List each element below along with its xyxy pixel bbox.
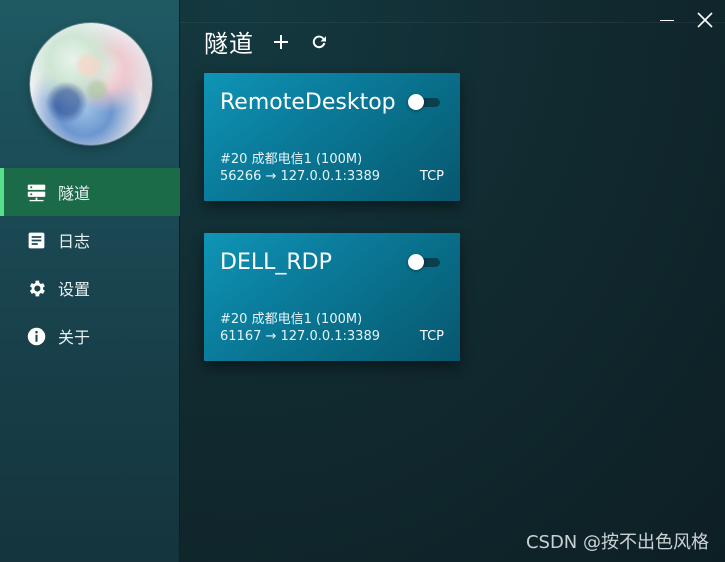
window-controls	[657, 10, 715, 30]
sidebar-item-logs[interactable]: 日志	[0, 216, 180, 264]
sidebar-item-label: 关于	[58, 328, 91, 347]
close-button[interactable]	[695, 10, 715, 30]
avatar[interactable]	[30, 23, 152, 145]
tunnel-port-mapping: 61167 → 127.0.0.1:3389	[220, 329, 380, 344]
page-title: 隧道	[204, 30, 254, 58]
sidebar-item-label: 设置	[58, 280, 91, 299]
refresh-icon	[312, 35, 326, 48]
tunnel-port-mapping: 56266 → 127.0.0.1:3389	[220, 169, 380, 184]
tunnel-node: #20 成都电信1 (100M)	[220, 312, 363, 327]
divider	[180, 22, 725, 23]
plus-icon	[274, 34, 288, 49]
refresh-button[interactable]	[308, 31, 330, 53]
sidebar-nav: 隧道 日志 设置 关于	[0, 168, 180, 360]
tunnel-name: DELL_RDP	[220, 250, 332, 275]
toggle-knob	[408, 254, 424, 270]
minimize-icon	[660, 20, 674, 21]
sidebar-item-about[interactable]: 关于	[0, 312, 180, 360]
minimize-button[interactable]	[657, 10, 677, 30]
sidebar-item-label: 隧道	[58, 184, 91, 203]
watermark: CSDN @按不出色风格	[525, 532, 709, 553]
close-icon	[697, 12, 713, 28]
server-icon	[26, 182, 47, 203]
sidebar-item-settings[interactable]: 设置	[0, 264, 180, 312]
tunnel-toggle[interactable]	[408, 254, 440, 270]
sidebar-item-tunnels[interactable]: 隧道	[0, 168, 180, 216]
tunnel-protocol: TCP	[419, 329, 444, 344]
document-icon	[26, 230, 47, 251]
tunnel-protocol: TCP	[419, 169, 444, 184]
sidebar: 隧道 日志 设置 关于	[0, 0, 180, 562]
tunnel-toggle[interactable]	[408, 94, 440, 110]
toggle-knob	[408, 94, 424, 110]
gear-icon	[26, 278, 47, 299]
tunnel-card[interactable]: DELL_RDP #20 成都电信1 (100M) 61167 → 127.0.…	[204, 233, 460, 361]
add-tunnel-button[interactable]	[270, 31, 292, 53]
info-icon	[26, 326, 47, 347]
main-panel: 隧道 RemoteDesktop #20 成都电信1 (100M) 56266 …	[180, 0, 725, 562]
sidebar-item-label: 日志	[58, 232, 91, 251]
tunnel-card[interactable]: RemoteDesktop #20 成都电信1 (100M) 56266 → 1…	[204, 73, 460, 201]
page-header: 隧道	[204, 24, 330, 59]
tunnel-node: #20 成都电信1 (100M)	[220, 152, 363, 167]
tunnel-name: RemoteDesktop	[220, 90, 396, 115]
app-window: 隧道 日志 设置 关于 隧道 RemoteDesktop #20 成都电信1 (…	[0, 0, 725, 562]
